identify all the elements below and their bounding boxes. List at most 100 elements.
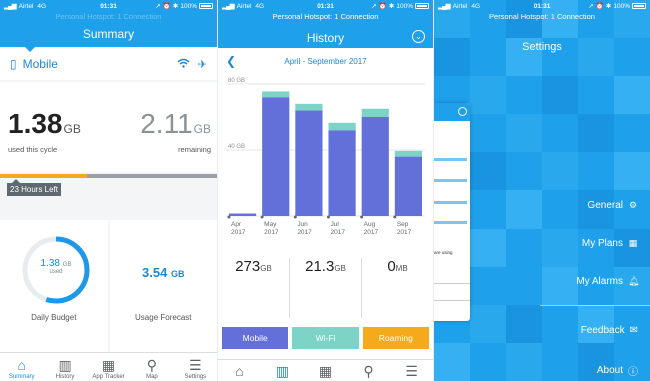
x-tick-label: 2017 (330, 229, 345, 236)
segment-roaming[interactable]: Roaming (362, 327, 429, 349)
home-icon: ⌂ (17, 357, 26, 373)
tab-app-tracker[interactable]: ▦ (304, 360, 347, 381)
x-tick-label: Aug (364, 221, 376, 228)
background-tile (542, 266, 578, 305)
airplane-icon[interactable]: ✈ (198, 58, 207, 71)
tab-settings[interactable]: ☰ (390, 360, 433, 381)
background-tile (578, 76, 614, 115)
bar-mobile (328, 130, 356, 216)
header-pointer (24, 46, 36, 52)
background-tile (614, 114, 650, 153)
page-title: Settings (522, 41, 562, 53)
battery-icon (632, 3, 646, 9)
network-selector[interactable]: ▯ Mobile ✈ (0, 48, 217, 80)
bar-wifi (295, 103, 323, 111)
background-tile (470, 152, 506, 191)
tab-summary[interactable]: ⌂ (218, 360, 261, 381)
background-tile (506, 304, 542, 343)
chevron-down-icon[interactable]: ⌄ (412, 30, 425, 43)
previous-screen-preview[interactable]: are using (434, 103, 470, 321)
x-tick-label: May (264, 221, 277, 228)
wifi-icon[interactable] (177, 58, 190, 71)
settings-menu: General ⚙ My Plans ▦ My Alarms 🔔︎ (576, 196, 639, 291)
daily-budget-sub: used (49, 269, 63, 275)
menu-item-about[interactable]: About ⓘ (597, 363, 638, 378)
segment-mobile[interactable]: Mobile (222, 327, 289, 349)
bar-mobile (228, 213, 257, 216)
network-label: Mobile (22, 57, 58, 71)
stat-unit: GB (260, 264, 272, 273)
usage-summary: 1.38GB 2.11GB used this cycle remaining (0, 82, 217, 172)
date-range: April - September 2017 (284, 57, 367, 66)
tab-summary[interactable]: ⌂ Summary (0, 353, 43, 381)
date-navigator: ❮ April - September 2017 (218, 54, 433, 70)
background-tile (614, 152, 650, 191)
clock: 01:31 (317, 2, 334, 10)
tab-settings[interactable]: ☰ Settings (174, 353, 217, 381)
background-tile (542, 228, 578, 267)
tab-label: History (55, 374, 75, 380)
tab-label: Settings (184, 374, 207, 380)
summary-cards: 1.38 GB used Daily Budget 3.54 GB Usage … (0, 220, 217, 352)
mobile-phone-icon: ▯ (10, 57, 17, 71)
status-bar: ▂▄▆ Airtel 4G 01:31 ➚ ⏰ ✱ 100% (434, 0, 650, 12)
hotspot-banner[interactable]: Personal Hotspot: 1 Connection (434, 12, 650, 22)
x-tick-label: 2017 (397, 229, 412, 236)
menu-item-general[interactable]: General ⚙ (587, 196, 638, 215)
battery-icon (415, 3, 429, 9)
preview-line (434, 201, 467, 204)
background-tile (506, 342, 542, 381)
hotspot-banner[interactable]: Personal Hotspot: 1 Connection (218, 12, 433, 22)
summary-screen: ▂▄▆ Airtel 4G 01:31 ➚ ⏰ ✱ 100% Personal … (0, 0, 217, 381)
preview-header (434, 103, 470, 121)
background-tile (542, 304, 578, 343)
tab-history[interactable]: ▥ History (43, 353, 86, 381)
daily-budget-donut: 1.38 GB used (20, 234, 92, 306)
background-tile (506, 114, 542, 153)
background-tile (470, 304, 506, 343)
tab-label: Summary (8, 374, 35, 380)
daily-budget-unit: GB (62, 262, 72, 268)
home-icon: ⌂ (235, 363, 244, 379)
preview-line (434, 221, 467, 224)
usage-forecast-card[interactable]: 3.54 GB Usage Forecast (109, 220, 217, 352)
daily-budget-card[interactable]: 1.38 GB used Daily Budget (0, 220, 108, 352)
y-tick-label: 40 GB (228, 144, 245, 150)
cycle-progress-bar (0, 174, 217, 178)
plus-icon (458, 107, 467, 116)
background-tile (470, 76, 506, 115)
status-bar: ▂▄▆ Airtel 4G 01:31 ➚ ⏰ ✱ 100% (218, 0, 433, 12)
menu-item-feedback[interactable]: Feedback ✉ (581, 325, 638, 336)
stat-value: 273 (235, 258, 261, 275)
segment-wifi[interactable]: Wi-Fi (292, 327, 359, 349)
remaining-caption: remaining (178, 145, 211, 154)
bar-mobile (262, 97, 290, 216)
tab-app-tracker[interactable]: ▦ App Tracker (87, 353, 130, 381)
background-tile (542, 152, 578, 191)
background-tile (506, 152, 542, 191)
background-tile (506, 228, 542, 267)
tab-history[interactable]: ▥ (261, 360, 304, 381)
preview-box (434, 283, 470, 301)
tab-map[interactable]: ⚲ Map (130, 353, 173, 381)
time-left-badge: 23 Hours Left (7, 183, 62, 196)
x-tick-label: Apr (231, 221, 242, 228)
used-value: 1.38 (8, 108, 63, 139)
menu-item-my-alarms[interactable]: My Alarms 🔔︎ (576, 272, 639, 291)
bar-chart-icon: ▥ (58, 357, 72, 373)
mobile-total: 273GB (218, 258, 290, 318)
background-tile (470, 228, 506, 267)
y-tick-label: 80 GB (228, 78, 245, 84)
tab-map[interactable]: ⚲ (347, 360, 390, 381)
background-tile (578, 304, 614, 343)
calendar-icon: ▦ (628, 238, 638, 248)
background-tile (506, 76, 542, 115)
summary-header: ▂▄▆ Airtel 4G 01:31 ➚ ⏰ ✱ 100% Personal … (0, 0, 217, 47)
history-header: ▂▄▆ Airtel 4G 01:31 ➚ ⏰ ✱ 100% Personal … (218, 0, 433, 48)
bar-wifi (361, 108, 389, 117)
menu-item-my-plans[interactable]: My Plans ▦ (582, 234, 638, 253)
menu-label: About (596, 365, 623, 376)
menu-divider (540, 305, 650, 306)
background-tile (506, 190, 542, 229)
cycle-progress-fill (0, 174, 87, 178)
